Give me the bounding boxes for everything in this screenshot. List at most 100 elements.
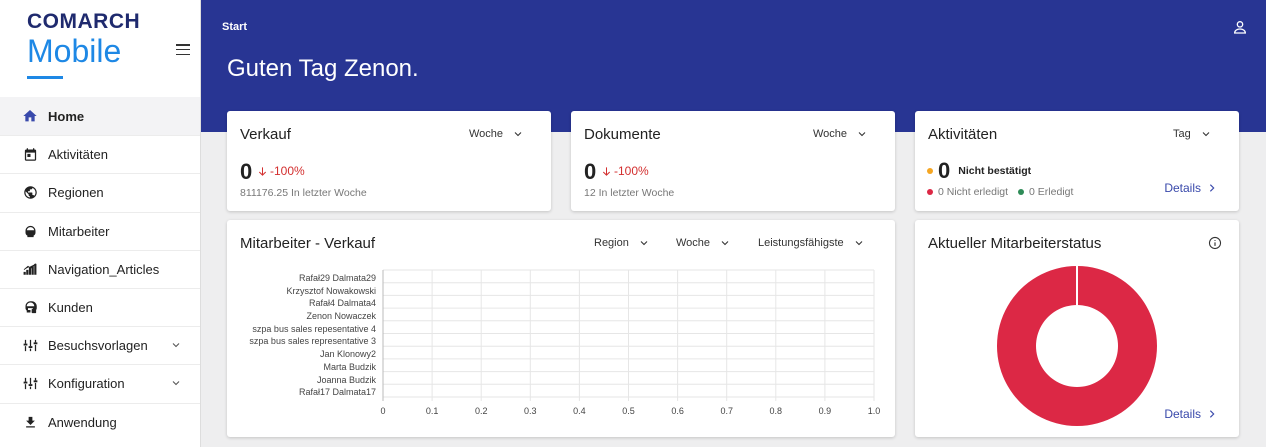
menu-toggle-icon[interactable] — [176, 44, 190, 56]
sidebar-item-label: Home — [48, 108, 85, 124]
card-title: Mitarbeiter - Verkauf — [240, 235, 376, 252]
legend-text: 0 Nicht erledigt — [938, 186, 1009, 198]
unconfirmed-dot — [927, 168, 933, 174]
globe-icon — [22, 185, 38, 201]
done-dot — [1018, 189, 1025, 195]
mitarbeiterstatus-card: Aktueller Mitarbeiterstatus Details — [915, 220, 1239, 437]
chevron-down-icon[interactable] — [170, 377, 182, 392]
category-label: Zenon Nowaczek — [306, 311, 376, 322]
details-label: Details — [1164, 407, 1201, 421]
sidebar-item-label: Regionen — [48, 185, 104, 201]
logo-underline — [27, 76, 63, 79]
dropdown-value: Woche — [469, 128, 504, 140]
chart-bars-icon — [22, 261, 38, 277]
sidebar-nav: Home Aktivitäten Regionen Mitarbeiter Na… — [0, 97, 200, 441]
period-dropdown[interactable]: Woche — [676, 237, 731, 249]
dropdown-value: Leistungsfähigste — [758, 237, 844, 249]
x-tick-label: 0.8 — [770, 406, 783, 416]
sidebar-item-besuchsvorlagen[interactable]: Besuchsvorlagen — [0, 326, 200, 364]
delta-text: -100% — [614, 164, 649, 178]
sidebar-item-label: Anwendung — [48, 414, 117, 430]
sidebar-item-label: Kunden — [48, 300, 93, 316]
user-profile-icon[interactable] — [1232, 19, 1248, 35]
category-label: Rafał4 Dalmata4 — [308, 298, 376, 309]
info-icon[interactable] — [1208, 236, 1222, 255]
sidebar-item-navigation-articles[interactable]: Navigation_Articles — [0, 249, 200, 288]
sidebar: COMARCH Mobile Home Aktivitäten Regionen… — [0, 0, 201, 447]
logo-line2: Mobile — [27, 33, 122, 69]
x-tick-label: 0.1 — [426, 406, 439, 416]
legend-done: 0 Erledigt — [1018, 186, 1073, 198]
dropdown-value: Tag — [1173, 128, 1191, 140]
verkauf-card: Verkauf Woche 0 -100% 811176.25 In letzt… — [227, 111, 551, 211]
sidebar-item-anwendung[interactable]: Anwendung — [0, 402, 200, 441]
kpi-value: 0 — [240, 159, 253, 184]
details-link[interactable]: Details — [1164, 181, 1217, 195]
sidebar-item-mitarbeiter[interactable]: Mitarbeiter — [0, 211, 200, 250]
sidebar-item-konfiguration[interactable]: Konfiguration — [0, 364, 200, 402]
chevron-down-icon — [721, 241, 729, 246]
aktivitaeten-card: Aktivitäten Tag 0 Nicht bestätigt 0 Nich… — [915, 111, 1239, 211]
dropdown-value: Woche — [676, 237, 711, 249]
category-label: Jan Klonowy2 — [319, 349, 376, 360]
period-dropdown[interactable]: Woche — [469, 128, 524, 140]
sidebar-item-regionen[interactable]: Regionen — [0, 173, 200, 211]
x-tick-label: 0.3 — [524, 406, 537, 416]
x-tick-label: 0 — [380, 406, 385, 416]
region-dropdown[interactable]: Region — [594, 237, 650, 249]
sidebar-item-label: Mitarbeiter — [48, 223, 110, 239]
sidebar-item-kunden[interactable]: Kunden — [0, 287, 200, 326]
category-label: Rafał29 Dalmata29 — [298, 273, 376, 283]
category-label: szpa bus sales repesentative 4 — [252, 323, 376, 334]
x-tick-label: 1.0 — [868, 406, 881, 416]
category-label: Joanna Budzik — [316, 374, 376, 385]
sidebar-item-label: Aktivitäten — [48, 147, 108, 163]
kpi-value: 0 — [584, 159, 597, 184]
sort-dropdown[interactable]: Leistungsfähigste — [758, 237, 865, 249]
chevron-down-icon[interactable] — [170, 339, 182, 354]
chevron-down-icon — [1202, 132, 1210, 137]
legend-text: 0 Erledigt — [1029, 186, 1074, 198]
logo-line1: COMARCH — [27, 10, 141, 33]
person-icon — [22, 223, 38, 239]
sidebar-item-label: Navigation_Articles — [48, 261, 160, 277]
chevron-right-icon — [1209, 410, 1215, 418]
x-tick-label: 0.6 — [671, 406, 684, 416]
chevron-down-icon — [640, 241, 648, 246]
kpi-delta: -100% — [601, 164, 649, 178]
card-title: Aktueller Mitarbeiterstatus — [928, 235, 1102, 252]
dokumente-card: Dokumente Woche 0 -100% 12 In letzter Wo… — [571, 111, 895, 211]
home-icon — [22, 108, 38, 124]
dropdown-value: Region — [594, 237, 629, 249]
mitarbeiter-verkauf-card: Mitarbeiter - Verkauf Region Woche Leist… — [227, 220, 895, 437]
breadcrumb[interactable]: Start — [222, 21, 247, 33]
chevron-down-icon — [858, 132, 866, 137]
period-dropdown[interactable]: Tag — [1173, 128, 1212, 140]
category-label: szpa bus sales representative 3 — [249, 336, 376, 347]
unconfirmed-label: Nicht bestätigt — [958, 165, 1032, 177]
kpi-delta: -100% — [257, 164, 305, 178]
sidebar-item-home[interactable]: Home — [0, 97, 200, 136]
category-label: Krzysztof Nowakowski — [286, 285, 376, 296]
unconfirmed-count: 0 — [938, 158, 951, 183]
chevron-down-icon — [855, 241, 863, 246]
card-title: Verkauf — [240, 126, 291, 143]
not-done-dot — [927, 189, 933, 195]
details-link[interactable]: Details — [1164, 407, 1217, 421]
x-tick-label: 0.4 — [573, 406, 586, 416]
kpi-subtext: 811176.25 In letzter Woche — [240, 187, 367, 199]
sidebar-item-aktivitaeten[interactable]: Aktivitäten — [0, 135, 200, 173]
customer-icon — [22, 300, 38, 316]
calendar-icon — [22, 147, 38, 163]
arrow-down-icon — [602, 166, 611, 176]
chevron-down-icon — [514, 132, 522, 137]
sidebar-item-label: Konfiguration — [48, 376, 125, 392]
legend-not-done: 0 Nicht erledigt — [927, 186, 1008, 198]
comarch-mobile-logo: COMARCH Mobile — [27, 10, 140, 79]
period-dropdown[interactable]: Woche — [813, 128, 868, 140]
sliders-icon — [22, 338, 38, 354]
unconfirmed-row: 0 Nicht bestätigt — [927, 158, 1031, 184]
sidebar-item-label: Besuchsvorlagen — [48, 338, 148, 354]
arrow-down-icon — [258, 166, 267, 176]
x-tick-label: 0.7 — [720, 406, 733, 416]
